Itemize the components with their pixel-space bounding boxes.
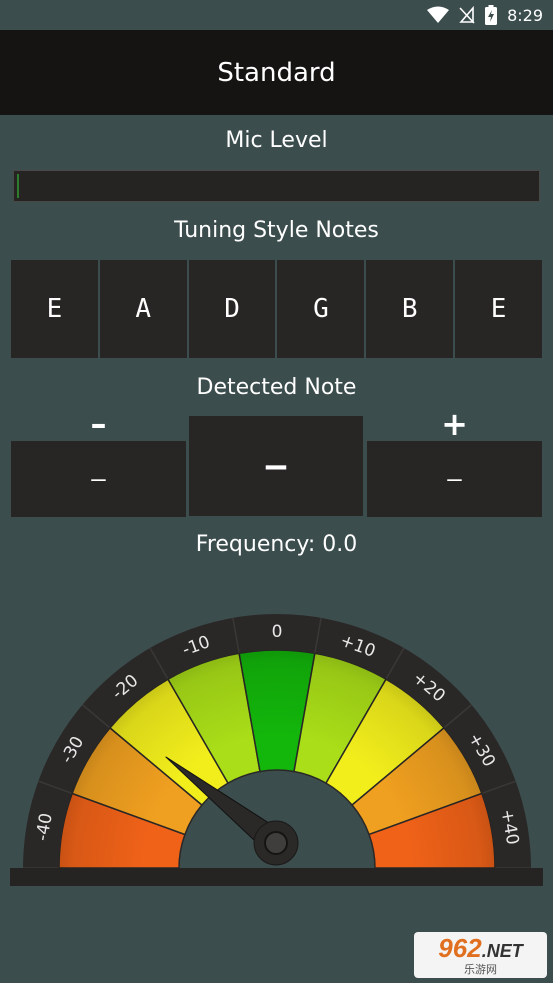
frequency-readout: Frequency: 0.0 [195,532,358,557]
gauge-base [10,868,543,886]
app-bar: Standard [0,30,553,115]
sharp-sign: + [441,405,468,443]
battery-charging-icon [485,5,498,25]
needle-hub-cap [264,831,288,855]
note-button-6[interactable]: E [455,260,542,358]
no-signal-icon [459,6,475,24]
watermark-sub: 乐游网 [464,962,497,976]
status-bar: 8:29 [0,0,553,30]
app-title[interactable]: Standard [217,58,335,88]
flat-note-box: – [11,441,186,517]
tuning-notes-row: E A D G B E [11,260,542,358]
sharp-note-box: – [367,441,542,517]
watermark-suffix: .NET [481,940,523,961]
flat-sign: – [90,405,107,443]
note-button-4[interactable]: G [277,260,365,358]
mic-level-label: Mic Level [225,128,328,153]
clock-time: 8:29 [507,5,543,25]
note-button-3[interactable]: D [188,260,276,358]
gauge-tick-label: 0 [272,622,283,642]
watermark-logo: 962.NET 乐游网 [414,932,547,978]
watermark-brand: 962 [438,932,482,963]
detected-note-label: Detected Note [196,375,357,400]
wifi-icon [427,6,450,24]
note-button-5[interactable]: B [366,260,454,358]
mic-level-meter [13,170,540,202]
tuning-style-label: Tuning Style Notes [174,218,379,243]
note-button-1[interactable]: E [11,260,98,358]
mic-level-fill [17,174,19,198]
tuning-gauge: -40-30-20-100 +10+20+30+40 [10,614,543,886]
current-note-box: – [189,416,363,516]
note-button-2[interactable]: A [99,260,187,358]
